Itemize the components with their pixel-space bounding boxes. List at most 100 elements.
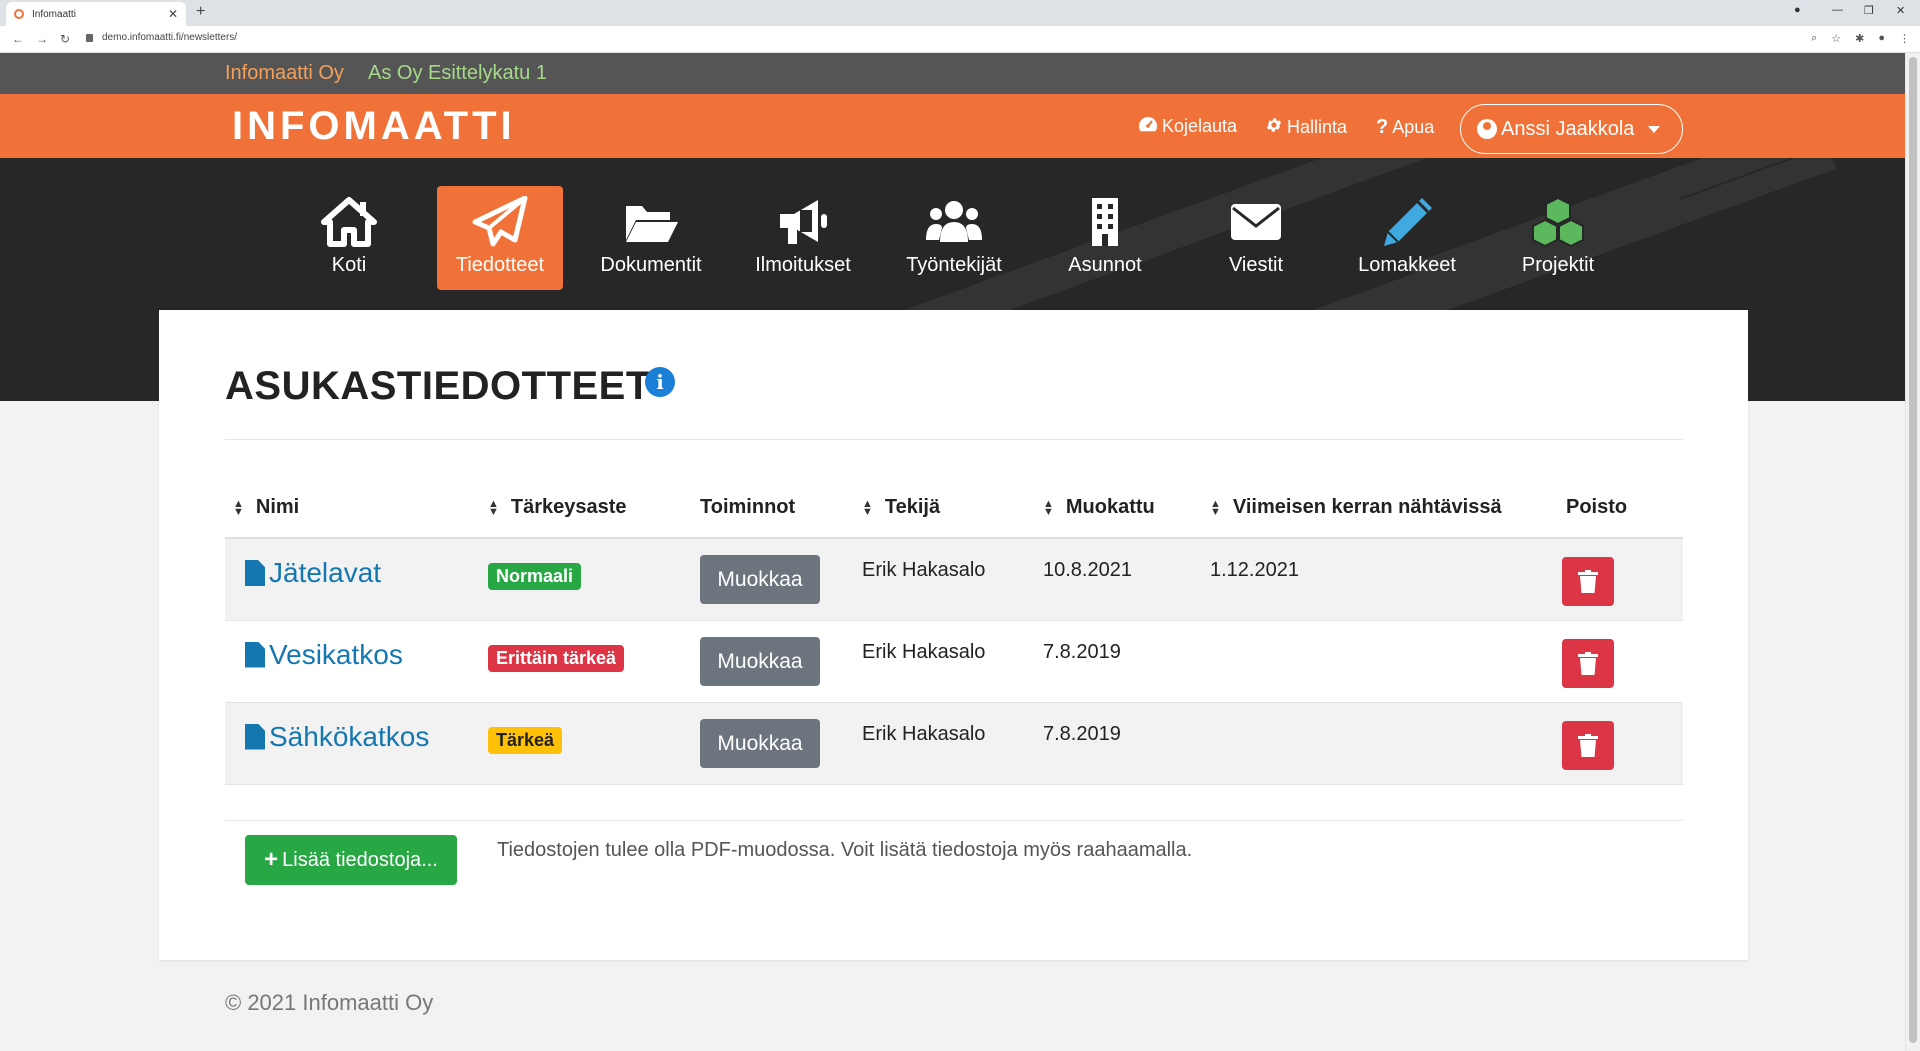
page-scrollbar[interactable] [1905,53,1920,1051]
nav-item-documents[interactable]: Dokumentit [588,186,714,290]
nav-item-label: Asunnot [1068,254,1142,276]
reload-icon[interactable]: ↻ [60,32,70,46]
nav-link-management[interactable]: Hallinta [1265,116,1347,139]
new-tab-icon[interactable]: + [196,3,205,21]
property-name[interactable]: As Oy Esittelykatu 1 [368,62,547,85]
table-row: Sähkökatkos Tärkeä Muokkaa Erik Hakasalo… [225,702,1683,785]
folder-icon [626,206,678,242]
info-strip: Infomaatti Oy As Oy Esittelykatu 1 [0,53,1905,94]
nav-link-label: Apua [1392,117,1435,137]
sort-icon: ▲ ▼ [1210,497,1221,518]
chevron-down-icon [1648,126,1660,133]
author-cell: Erik Hakasalo [862,640,986,663]
browser-tab-bar: Infomaatti ✕ + ● — ❐ ✕ [0,0,1920,26]
main-nav: Koti Tiedotteet Dokumentit Ilmoitukset T… [0,158,1905,290]
delete-button[interactable] [1562,557,1614,606]
sort-icon: ▲ ▼ [488,497,499,518]
close-tab-icon[interactable]: ✕ [168,7,178,21]
file-link[interactable]: Jätelavat [225,557,488,589]
scrollbar-thumb[interactable] [1909,57,1917,1043]
account-icon[interactable]: ● [1878,32,1885,45]
content-card: ASUKASTIEDOTTEET i ▲ ▼ Nimi ▲ ▼ Tärkeysaste … [159,310,1748,960]
trash-icon [1578,733,1598,757]
column-header-priority[interactable]: ▲ ▼ Tärkeysaste [488,478,700,539]
trash-icon [1578,651,1598,675]
back-icon[interactable]: ← [12,32,24,46]
priority-badge: Tärkeä [488,726,563,754]
nav-item-announcements[interactable]: Ilmoitukset [740,186,866,290]
column-header-delete: Poisto [1562,478,1683,539]
modified-cell: 10.8.2021 [1043,559,1132,581]
edit-button[interactable]: Muokkaa [700,555,820,604]
nav-item-newsletters[interactable]: Tiedotteet [437,186,563,290]
file-icon [245,723,265,750]
close-window-icon[interactable]: ✕ [1896,4,1905,17]
edit-button[interactable]: Muokkaa [700,636,820,686]
table-row: Jätelavat Normaali Muokkaa Erik Hakasalo… [225,538,1683,621]
column-header-actions: Toiminnot [700,478,862,539]
nav-item-messages[interactable]: Viestit [1193,186,1319,290]
page-title: ASUKASTIEDOTTEET [225,364,651,408]
newsletter-table: ▲ ▼ Nimi ▲ ▼ Tärkeysaste Toiminnot ▲ ▼ Tekijä … [225,478,1683,785]
nav-link-label: Kojelauta [1162,116,1238,136]
user-name: Anssi Jaakkola [1501,117,1635,140]
url-field[interactable]: demo.infomaatti.fi/newsletters/ [86,32,237,43]
column-header-author[interactable]: ▲ ▼ Tekijä [862,478,1043,539]
browser-tab[interactable]: Infomaatti ✕ [6,2,186,26]
edit-button[interactable]: Muokkaa [700,718,820,768]
column-header-modified[interactable]: ▲ ▼ Muokattu [1043,478,1210,539]
nav-item-label: Työntekijät [906,254,1002,276]
question-icon: ? [1376,116,1389,138]
nav-link-help[interactable]: ? Apua [1376,116,1434,139]
dashboard-icon [1138,116,1158,137]
infomaatti-logo[interactable]: INFOMAATTI [232,104,516,149]
top-header: INFOMAATTI Kojelauta Hallinta ? Apua Ans… [0,94,1905,158]
browser-menu-icon[interactable]: ⋮ [1899,32,1910,45]
file-link[interactable]: Vesikatkos [225,639,488,671]
nav-item-employees[interactable]: Työntekijät [891,186,1017,290]
user-menu-button[interactable]: Anssi Jaakkola [1460,104,1683,154]
pencil-icon [1384,198,1432,246]
user-avatar-icon [1477,119,1497,139]
nav-link-label: Hallinta [1287,117,1348,137]
restore-icon[interactable]: ❐ [1864,4,1874,17]
file-link[interactable]: Sähkökatkos [225,721,488,753]
divider [225,820,1683,821]
cubes-icon [1532,196,1584,248]
modified-cell: 7.8.2019 [1043,722,1121,745]
profile-menu-icon[interactable]: ● [1794,4,1801,16]
company-name[interactable]: Infomaatti Oy [225,62,344,85]
info-icon[interactable]: i [645,367,675,397]
table-row: Vesikatkos Erittäin tärkeä Muokkaa Erik … [225,620,1683,703]
author-cell: Erik Hakasalo [862,559,986,581]
building-icon [1092,198,1118,246]
plus-icon: + [264,846,279,873]
minimize-icon[interactable]: — [1832,4,1843,16]
zoom-icon[interactable]: ⌕ [1811,32,1817,45]
sort-icon: ▲ ▼ [1043,497,1054,518]
nav-item-label: Lomakkeet [1358,254,1456,276]
nav-item-projects[interactable]: Projektit [1495,186,1621,290]
forward-icon[interactable]: → [36,32,48,46]
column-header-visible-until[interactable]: ▲ ▼ Viimeisen kerran nähtävissä [1210,478,1562,539]
column-header-name[interactable]: ▲ ▼ Nimi [225,478,488,539]
nav-item-apartments[interactable]: Asunnot [1042,186,1168,290]
delete-button[interactable] [1562,638,1614,688]
users-icon [926,201,982,242]
divider [225,439,1683,440]
gear-icon [1265,116,1283,139]
nav-item-forms[interactable]: Lomakkeet [1344,186,1470,290]
delete-button[interactable] [1562,720,1614,770]
trash-icon [1578,570,1598,593]
add-files-button[interactable]: + Lisää tiedostoja... [245,835,457,885]
sort-icon: ▲ ▼ [233,497,244,518]
nav-item-home[interactable]: Koti [286,186,412,290]
paper-plane-icon [472,196,528,247]
nav-link-dashboard[interactable]: Kojelauta [1138,116,1237,137]
file-icon [245,641,265,668]
nav-item-label: Ilmoitukset [755,254,851,276]
lock-icon [86,33,93,42]
bookmark-star-icon[interactable]: ☆ [1831,32,1841,45]
extensions-icon[interactable]: ✱ [1855,32,1864,45]
nav-item-label: Viestit [1228,254,1284,276]
